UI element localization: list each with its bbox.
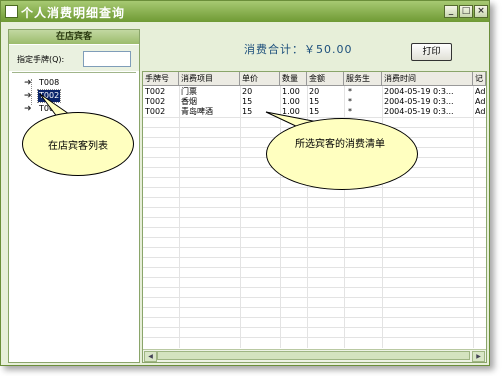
cell-price: 20 bbox=[242, 87, 253, 96]
cell-qty: 1.00 bbox=[282, 107, 300, 116]
grid-hline bbox=[143, 327, 486, 328]
grid-hline bbox=[143, 237, 486, 238]
grid-hline bbox=[143, 277, 486, 278]
consumption-callout: 所选宾客的消费清单 bbox=[266, 118, 418, 190]
grid-hline bbox=[143, 227, 486, 228]
cell-time: 2004-05-19 0:3... bbox=[384, 107, 454, 116]
guest-arrow-icon: ➜ bbox=[24, 78, 32, 88]
grid-hline bbox=[143, 197, 486, 198]
guest-label: T008 bbox=[39, 78, 60, 87]
cell-item: 门票 bbox=[181, 87, 197, 96]
column-header[interactable]: 金额 bbox=[307, 72, 344, 85]
cell-recorder: Adm bbox=[475, 87, 486, 96]
guest-panel: 在店宾客 指定手牌(Q): ➜ T008 ➔ T002 ➜ T001 bbox=[8, 29, 140, 363]
guest-list-callout-text: 在店宾客列表 bbox=[48, 141, 108, 152]
scroll-right-icon[interactable]: ▶ bbox=[472, 351, 485, 362]
window-title: 个人消费明细查询 bbox=[21, 6, 126, 20]
grid-hline bbox=[143, 217, 486, 218]
app-icon bbox=[5, 5, 18, 18]
grid-hline bbox=[143, 257, 486, 258]
search-row: 指定手牌(Q): bbox=[9, 45, 139, 71]
grid-hline bbox=[143, 207, 486, 208]
cell-amount: 15 bbox=[309, 97, 320, 106]
scroll-left-icon[interactable]: ◀ bbox=[144, 351, 157, 362]
table-row[interactable]: T002 青岛啤酒 15 1.00 15 * 2004-05-19 0:3...… bbox=[143, 107, 486, 117]
search-input[interactable] bbox=[83, 51, 131, 67]
column-header[interactable]: 消费项目 bbox=[179, 72, 240, 85]
cell-qty: 1.00 bbox=[282, 87, 300, 96]
cell-tag: T002 bbox=[145, 87, 166, 96]
grid-hline bbox=[143, 307, 486, 308]
guest-arrow-icon: ➜ bbox=[24, 104, 32, 114]
grid-hline bbox=[143, 117, 486, 118]
cell-waiter: * bbox=[348, 107, 352, 116]
main-window: 个人消费明细查询 _ □ × 在店宾客 指定手牌(Q): ➜ T008 ➔ T0… bbox=[0, 0, 490, 366]
grid-hline bbox=[143, 247, 486, 248]
cell-waiter: * bbox=[348, 97, 352, 106]
summary-area: 消费合计：￥50.00 打印 bbox=[142, 29, 487, 69]
cell-tag: T002 bbox=[145, 97, 166, 106]
guest-arrow-icon: ➔ bbox=[24, 91, 32, 101]
column-header[interactable]: 单价 bbox=[240, 72, 280, 85]
table-header: 手牌号 消费项目 单价 数量 金额 服务生 消费时间 记 bbox=[143, 72, 486, 86]
cell-qty: 1.00 bbox=[282, 97, 300, 106]
guest-list-callout: 在店宾客列表 bbox=[22, 112, 134, 176]
cell-amount: 20 bbox=[309, 87, 320, 96]
scrollbar-thumb[interactable] bbox=[157, 351, 470, 360]
maximize-button[interactable]: □ bbox=[459, 5, 473, 18]
consumption-callout-text: 所选宾客的消费清单 bbox=[295, 139, 385, 150]
grid-hline bbox=[143, 317, 486, 318]
cell-recorder: Adm bbox=[475, 97, 486, 106]
cell-waiter: * bbox=[348, 87, 352, 96]
grid-hline bbox=[143, 267, 486, 268]
cell-item: 香烟 bbox=[181, 97, 197, 106]
column-header[interactable]: 数量 bbox=[280, 72, 307, 85]
cell-recorder: Adm bbox=[475, 107, 486, 116]
guest-panel-header: 在店宾客 bbox=[9, 30, 139, 44]
title-bar[interactable]: 个人消费明细查询 _ □ × bbox=[1, 1, 489, 22]
guest-label: T002 bbox=[36, 89, 62, 103]
cell-time: 2004-05-19 0:3... bbox=[384, 97, 454, 106]
grid-hline bbox=[143, 297, 486, 298]
cell-time: 2004-05-19 0:3... bbox=[384, 87, 454, 96]
cell-tag: T002 bbox=[145, 107, 166, 116]
search-label: 指定手牌(Q): bbox=[17, 55, 65, 64]
minimize-button[interactable]: _ bbox=[444, 5, 458, 18]
close-button[interactable]: × bbox=[474, 5, 488, 18]
cell-item: 青岛啤酒 bbox=[181, 107, 213, 116]
table-row[interactable]: T002 门票 20 1.00 20 * 2004-05-19 0:3... A… bbox=[143, 87, 486, 97]
column-header[interactable]: 手牌号 bbox=[143, 72, 179, 85]
grid-hline bbox=[143, 337, 486, 338]
horizontal-scrollbar[interactable]: ◀ ▶ bbox=[143, 349, 486, 362]
table-row[interactable]: T002 香烟 15 1.00 15 * 2004-05-19 0:3... A… bbox=[143, 97, 486, 107]
total-amount: 消费合计：￥50.00 bbox=[244, 43, 353, 56]
column-header[interactable]: 服务生 bbox=[344, 72, 382, 85]
column-header[interactable]: 记 bbox=[473, 72, 486, 85]
column-header[interactable]: 消费时间 bbox=[382, 72, 473, 85]
cell-amount: 15 bbox=[309, 107, 320, 116]
consumption-table[interactable]: 手牌号 消费项目 单价 数量 金额 服务生 消费时间 记 T002 门票 20 … bbox=[142, 71, 487, 363]
grid-hline bbox=[143, 287, 486, 288]
cell-price: 15 bbox=[242, 107, 253, 116]
cell-price: 15 bbox=[242, 97, 253, 106]
print-button[interactable]: 打印 bbox=[411, 43, 452, 61]
